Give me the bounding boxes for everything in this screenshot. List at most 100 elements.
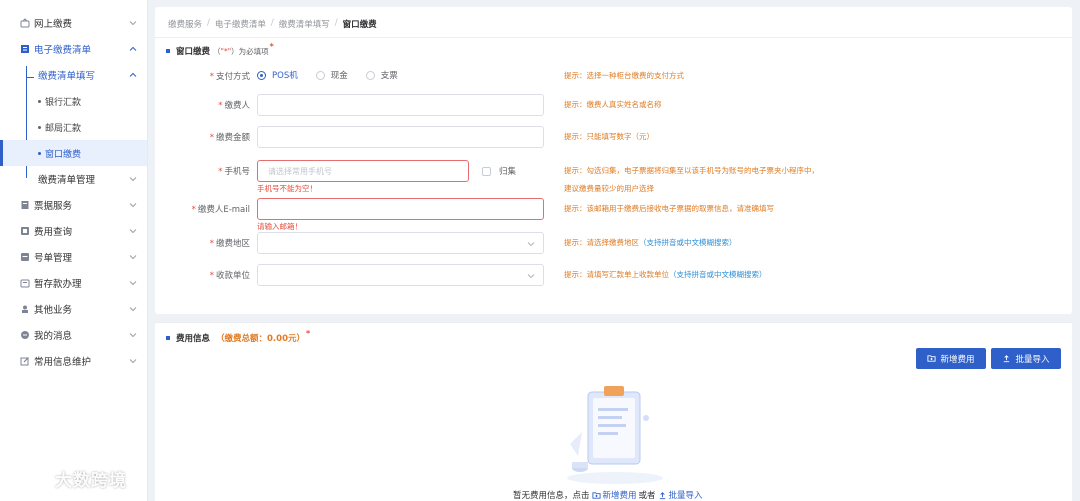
- amount-tip: 提示：只能填写数字（元）: [564, 132, 654, 141]
- radio-pos[interactable]: POS机: [257, 69, 298, 81]
- required-star: *: [306, 328, 311, 338]
- collect-label: 归集: [499, 167, 517, 177]
- breadcrumb-item[interactable]: 电子缴费清单: [215, 18, 266, 30]
- sidebar-item-label: 银行汇款: [45, 97, 82, 108]
- sidebar: 网上缴费 电子缴费清单 缴费清单填写 银行汇款 邮局汇款 窗口缴费 缴费清单管理…: [0, 0, 148, 501]
- payment-method-tip: 提示：选择一种柜台缴费的支付方式: [564, 71, 684, 80]
- folder-add-icon: [591, 491, 601, 499]
- business-icon: [20, 304, 30, 314]
- region-row: * 缴费地区 提示：请选择缴费地区（支持拼音或中文模糊搜索）: [155, 232, 1072, 254]
- required-note: （"*"）为必填项: [213, 46, 269, 56]
- chevron-down-icon: [129, 281, 137, 286]
- batch-import-label: 批量导入: [1015, 354, 1050, 365]
- payer-label: * 缴费人: [218, 101, 250, 111]
- chevron-down-icon: [129, 203, 137, 208]
- sidebar-item-label: 缴费清单填写: [38, 71, 96, 82]
- payer-input[interactable]: [257, 94, 544, 116]
- chevron-down-icon: [129, 333, 137, 338]
- phone-select[interactable]: 请选择常用手机号: [257, 160, 469, 182]
- sidebar-item-my-messages[interactable]: 我的消息: [0, 322, 147, 348]
- amount-input[interactable]: [257, 126, 544, 148]
- add-fee-button[interactable]: 新增费用: [916, 348, 986, 369]
- form-card: 缴费服务 / 电子缴费清单 / 缴费清单填写 / 窗口缴费 窗口缴费 （"*"）…: [155, 7, 1072, 314]
- sidebar-item-label: 其他业务: [34, 305, 73, 316]
- chevron-down-icon: [129, 307, 137, 312]
- invoice-icon: [20, 200, 30, 210]
- divider: [155, 37, 1072, 38]
- chevron-down-icon: [129, 255, 137, 260]
- sidebar-item-window-pay[interactable]: 窗口缴费: [0, 140, 147, 166]
- sidebar-item-invoice-service[interactable]: 票据服务: [0, 192, 147, 218]
- payment-method-row: * 支付方式 POS机 现金 支票 提示：选择一种柜台缴费的支付方式: [155, 65, 1072, 87]
- sidebar-item-temp-deposit[interactable]: 暂存款办理: [0, 270, 147, 296]
- watermark-text: 大数跨境: [55, 471, 127, 491]
- phone-label: * 手机号: [218, 167, 250, 177]
- email-label: * 缴费人E-mail: [191, 205, 250, 215]
- phone-row: * 手机号 请选择常用手机号 手机号不能为空！ 归集 提示：勾选归集，电子票据将归…: [155, 160, 1072, 193]
- receiver-label: * 收款单位: [209, 271, 250, 281]
- radio-check[interactable]: 支票: [365, 69, 398, 81]
- bullet-icon: [38, 151, 41, 155]
- empty-state-illustration: [567, 386, 663, 484]
- list-icon: [20, 44, 30, 54]
- sidebar-item-label: 费用查询: [34, 227, 73, 238]
- receiver-tip: 提示：请填写汇款单上收款单位（支持拼音或中文模糊搜索）: [564, 270, 767, 279]
- sidebar-item-label: 号单管理: [34, 253, 73, 264]
- radio-icon: [365, 70, 375, 80]
- main-content: 缴费服务 / 电子缴费清单 / 缴费清单填写 / 窗口缴费 窗口缴费 （"*"）…: [155, 7, 1072, 501]
- sidebar-item-list-manage[interactable]: 缴费清单管理: [0, 166, 147, 192]
- chevron-down-icon: [527, 274, 535, 279]
- sidebar-item-post-transfer[interactable]: 邮局汇款: [0, 114, 147, 140]
- sidebar-item-label: 网上缴费: [34, 19, 73, 30]
- collect-checkbox[interactable]: 归集: [482, 165, 516, 177]
- breadcrumb-item[interactable]: 缴费清单填写: [279, 18, 330, 30]
- bullet-icon: [38, 99, 41, 103]
- region-select[interactable]: [257, 232, 544, 254]
- breadcrumb-item[interactable]: 缴费服务: [168, 18, 202, 30]
- payment-icon: [20, 18, 30, 28]
- payment-method-label: * 支付方式: [209, 72, 250, 82]
- chevron-down-icon: [527, 242, 535, 247]
- sidebar-item-label: 邮局汇款: [45, 123, 82, 134]
- phone-placeholder: 请选择常用手机号: [268, 167, 332, 176]
- sidebar-item-e-pay-list[interactable]: 电子缴费清单: [0, 36, 147, 62]
- receiver-row: * 收款单位 提示：请填写汇款单上收款单位（支持拼音或中文模糊搜索）: [155, 264, 1072, 286]
- empty-state-text: 暂无费用信息，点击 新增费用 或者 批量导入: [513, 489, 703, 501]
- fees-title: 费用信息 （缴费总额：0.00元） *: [166, 328, 311, 344]
- fees-title-text: 费用信息: [176, 334, 211, 344]
- deposit-icon: [20, 278, 30, 288]
- payment-method-radios: POS机 现金 支票: [257, 69, 398, 81]
- phone-tip-2: 建议缴费量较少的用户选择: [564, 184, 654, 193]
- chevron-up-icon: [129, 72, 137, 77]
- sidebar-item-online-pay[interactable]: 网上缴费: [0, 10, 147, 36]
- chevron-down-icon: [129, 177, 137, 182]
- receiver-select[interactable]: [257, 264, 544, 286]
- email-row: * 缴费人E-mail 请输入邮箱！ 提示：该邮箱用于缴费后接收电子票据的取票信息…: [155, 198, 1072, 231]
- payer-row: * 缴费人 提示：缴费人真实姓名或名称: [155, 94, 1072, 116]
- folder-add-icon: [927, 355, 937, 362]
- amount-row: * 缴费金额 提示：只能填写数字（元）: [155, 126, 1072, 148]
- number-icon: [20, 252, 30, 262]
- sidebar-item-fee-query[interactable]: 费用查询: [0, 218, 147, 244]
- sidebar-item-other-business[interactable]: 其他业务: [0, 296, 147, 322]
- section-title: 窗口缴费 （"*"）为必填项 *: [166, 42, 274, 57]
- sidebar-item-fill-list[interactable]: 缴费清单填写: [0, 62, 147, 88]
- divider: [155, 322, 1072, 323]
- sidebar-item-bank-transfer[interactable]: 银行汇款: [0, 88, 147, 114]
- empty-or: 或者: [638, 491, 656, 501]
- sidebar-item-label: 暂存款办理: [34, 279, 82, 290]
- chevron-down-icon: [129, 359, 137, 364]
- email-tip: 提示：该邮箱用于缴费后接收电子票据的取票信息，请准确填写: [564, 204, 774, 213]
- bullet-icon: [38, 125, 41, 129]
- empty-prefix: 暂无费用信息，点击: [513, 491, 590, 501]
- batch-import-button[interactable]: 批量导入: [991, 348, 1061, 369]
- empty-add-link[interactable]: 新增费用: [603, 489, 637, 501]
- empty-import-link[interactable]: 批量导入: [669, 489, 703, 501]
- section-marker-icon: [166, 336, 170, 340]
- sidebar-item-label: 缴费清单管理: [38, 175, 96, 186]
- email-input[interactable]: [257, 198, 544, 220]
- sidebar-item-common-info[interactable]: 常用信息维护: [0, 348, 147, 374]
- radio-cash[interactable]: 现金: [315, 69, 348, 81]
- sidebar-item-number-manage[interactable]: 号单管理: [0, 244, 147, 270]
- edit-icon: [20, 356, 30, 366]
